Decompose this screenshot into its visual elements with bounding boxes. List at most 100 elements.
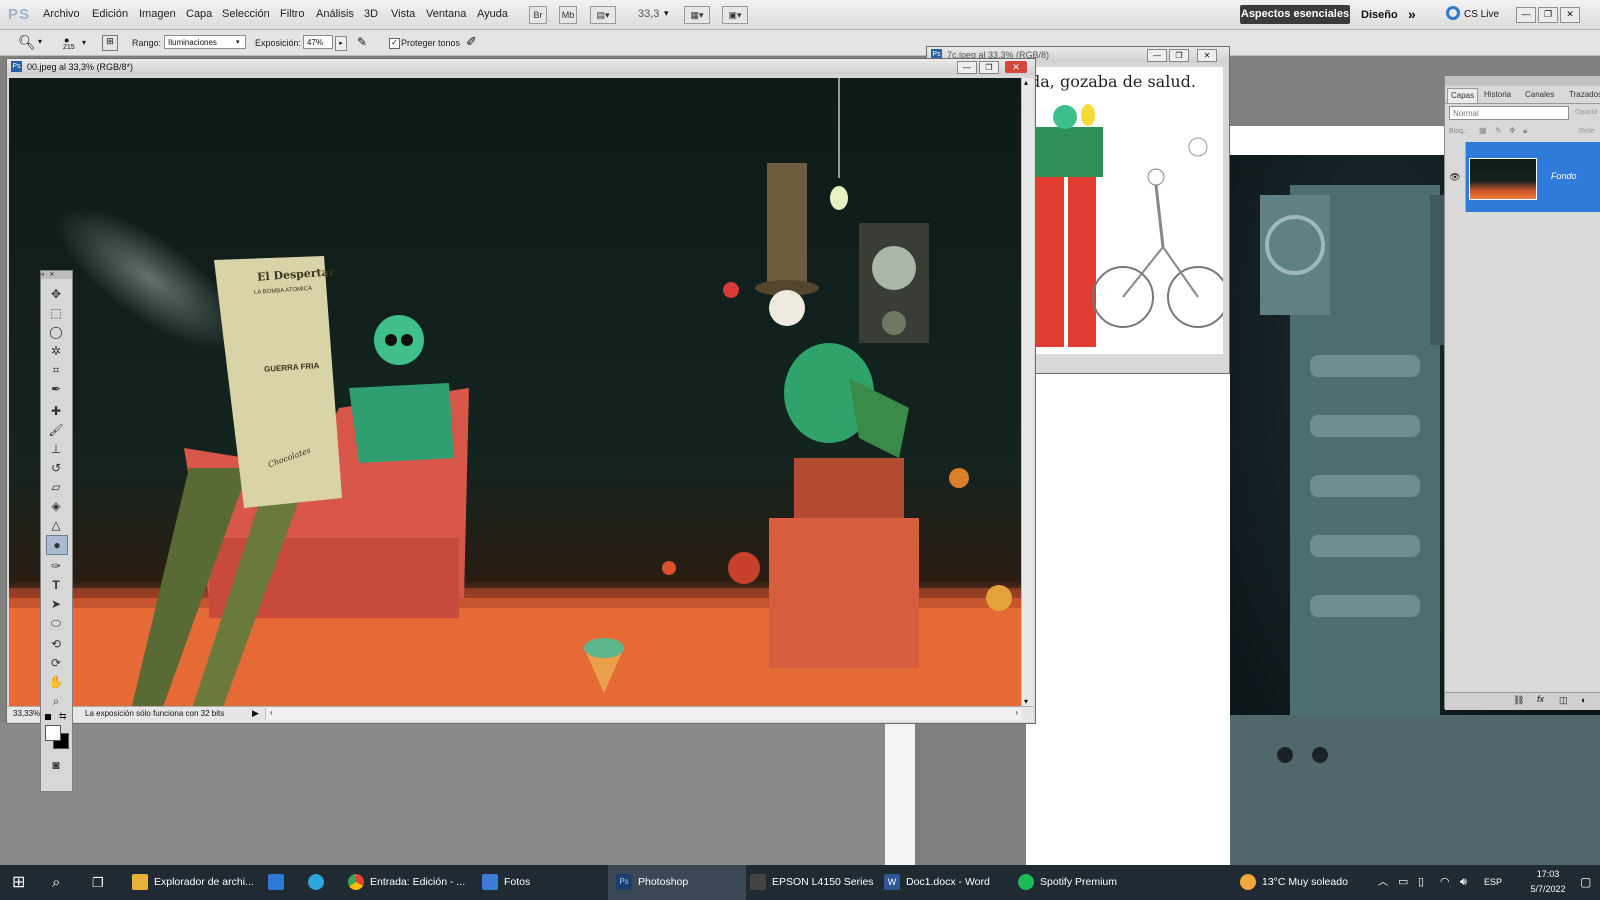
menu-vista[interactable]: Vista bbox=[391, 8, 415, 20]
lock-pixels-icon[interactable]: ✎ bbox=[1495, 126, 1502, 135]
healing-brush-tool-icon[interactable]: ✚ bbox=[46, 402, 66, 420]
menu-seleccion[interactable]: Selección bbox=[222, 8, 270, 20]
menu-imagen[interactable]: Imagen bbox=[139, 8, 176, 20]
exposure-slider-button[interactable]: ▸ bbox=[335, 36, 347, 51]
pen-tool-icon[interactable]: ✑ bbox=[46, 557, 66, 575]
taskbar-mail[interactable] bbox=[268, 865, 290, 900]
view-extras-button[interactable]: ▤▾ bbox=[590, 6, 616, 24]
path-selection-tool-icon[interactable]: ➤ bbox=[46, 595, 66, 613]
eraser-tool-icon[interactable]: ▱ bbox=[46, 478, 66, 496]
layer-name[interactable]: Fondo bbox=[1551, 171, 1577, 181]
menu-3d[interactable]: 3D bbox=[364, 8, 378, 20]
airbrush-icon[interactable]: ✎ bbox=[357, 35, 367, 49]
tab-channels[interactable]: Canales bbox=[1522, 88, 1557, 102]
brush-chevron-icon[interactable]: ▾ bbox=[82, 38, 86, 47]
arrange-documents-button[interactable]: ▦▾ bbox=[684, 6, 710, 24]
blur-tool-icon[interactable]: △ bbox=[46, 516, 66, 534]
marquee-tool-icon[interactable]: ⬚ bbox=[46, 304, 66, 322]
range-select[interactable]: Iluminaciones bbox=[164, 35, 246, 49]
paint-bucket-tool-icon[interactable]: ◈ bbox=[46, 497, 66, 515]
taskbar-explorer[interactable]: Explorador de archi... bbox=[132, 865, 254, 900]
quick-mask-icon[interactable]: ◙ bbox=[46, 756, 66, 774]
screen-mode-button[interactable]: ▣▾ bbox=[722, 6, 748, 24]
volume-icon[interactable]: 🔊︎ bbox=[1460, 865, 1467, 900]
task-view-icon[interactable]: ❐ bbox=[92, 865, 104, 900]
main-title-bar[interactable]: Ps 00.jpeg al 33,3% (RGB/8*) bbox=[7, 59, 1035, 75]
secondary-close-button[interactable]: ✕ bbox=[1197, 49, 1217, 62]
app-minimize-button[interactable]: — bbox=[1516, 7, 1536, 23]
notifications-icon[interactable]: ▢ bbox=[1580, 865, 1591, 900]
weather-widget[interactable]: 13°C Muy soleado bbox=[1240, 865, 1348, 900]
3d-orbit-tool-icon[interactable]: ⟳ bbox=[46, 654, 66, 672]
search-icon[interactable]: ⌕ bbox=[52, 865, 60, 900]
taskbar-photoshop[interactable]: Ps Photoshop bbox=[608, 865, 746, 900]
horizontal-scrollbar[interactable]: ‹ › bbox=[265, 708, 1022, 720]
tray-network-icon[interactable]: ▭ bbox=[1398, 865, 1408, 900]
brush-panel-toggle-icon[interactable]: ⊞ bbox=[102, 35, 118, 51]
add-mask-icon[interactable]: ◫ bbox=[1559, 695, 1568, 706]
swap-colors-icon[interactable]: ⇆ bbox=[59, 711, 67, 722]
taskbar-chrome[interactable]: Entrada: Edición - ... bbox=[348, 865, 465, 900]
app-close-button[interactable]: ✕ bbox=[1560, 7, 1580, 23]
scroll-down-arrow-icon[interactable]: ▾ bbox=[1024, 697, 1028, 706]
quick-selection-tool-icon[interactable]: ✲ bbox=[46, 342, 66, 360]
visibility-eye-icon[interactable]: 👁︎ bbox=[1445, 142, 1466, 212]
tab-paths[interactable]: Trazados bbox=[1566, 88, 1600, 102]
menu-archivo[interactable]: Archivo bbox=[43, 8, 80, 20]
scroll-right-arrow-icon[interactable]: › bbox=[1015, 708, 1018, 717]
blend-mode-select[interactable]: Normal bbox=[1449, 106, 1569, 120]
foreground-color-swatch[interactable] bbox=[45, 725, 61, 741]
workspace-design-button[interactable]: Diseño bbox=[1361, 9, 1398, 21]
shape-tool-icon[interactable]: ⬭ bbox=[46, 614, 66, 632]
menu-filtro[interactable]: Filtro bbox=[280, 8, 304, 20]
taskbar-photos[interactable]: Fotos bbox=[482, 865, 530, 900]
tray-battery-icon[interactable]: ▯ bbox=[1418, 865, 1424, 900]
crop-tool-icon[interactable]: ⌗ bbox=[46, 361, 66, 379]
chevron-down-icon[interactable]: ▾ bbox=[236, 38, 240, 46]
more-workspaces-icon[interactable]: » bbox=[1408, 6, 1416, 22]
language-indicator[interactable]: ESP bbox=[1484, 865, 1502, 900]
lock-transparent-icon[interactable]: ▦ bbox=[1479, 126, 1487, 135]
history-brush-tool-icon[interactable]: ↺ bbox=[46, 459, 66, 477]
link-layers-icon[interactable]: ⛓ bbox=[1513, 695, 1524, 706]
hand-tool-icon[interactable]: ✋ bbox=[46, 673, 66, 691]
menu-edicion[interactable]: Edición bbox=[92, 8, 128, 20]
vertical-scrollbar[interactable]: ▴ ▾ bbox=[1021, 78, 1034, 706]
lasso-tool-icon[interactable]: ◯ bbox=[46, 323, 66, 341]
layers-panel-header[interactable] bbox=[1445, 76, 1600, 86]
dodge-tool-icon[interactable]: ● bbox=[46, 535, 68, 555]
type-tool-icon[interactable]: T bbox=[46, 576, 66, 594]
3d-rotate-tool-icon[interactable]: ⟲ bbox=[46, 635, 66, 653]
lock-position-icon[interactable]: ✥ bbox=[1509, 126, 1516, 135]
tray-chevron-icon[interactable]: ︿ bbox=[1378, 865, 1388, 900]
tab-history[interactable]: Historia bbox=[1481, 88, 1514, 102]
menu-analisis[interactable]: Análisis bbox=[316, 8, 354, 20]
clock-date[interactable]: 5/7/2022 bbox=[1520, 884, 1576, 894]
app-restore-button[interactable]: ❐ bbox=[1538, 7, 1558, 23]
cslive-menu[interactable]: CS Live bbox=[1464, 9, 1499, 20]
scroll-up-arrow-icon[interactable]: ▴ bbox=[1024, 78, 1028, 87]
taskbar-spotify[interactable]: Spotify Premium bbox=[1018, 865, 1117, 900]
protect-tones-checkbox[interactable]: ✓ bbox=[389, 38, 400, 49]
tools-panel-header[interactable]: « ✕ bbox=[41, 271, 72, 279]
scroll-left-arrow-icon[interactable]: ‹ bbox=[270, 708, 273, 717]
document-window-main[interactable]: Ps 00.jpeg al 33,3% (RGB/8*) — ❐ ✕ El De… bbox=[6, 58, 1036, 724]
menu-ayuda[interactable]: Ayuda bbox=[477, 8, 508, 20]
layer-row[interactable]: 👁︎ Fondo bbox=[1445, 142, 1600, 212]
taskbar-edge[interactable] bbox=[308, 865, 330, 900]
zoom-tool-icon[interactable]: ⌕ bbox=[46, 692, 66, 710]
exposure-input[interactable]: 47% bbox=[303, 35, 333, 49]
secondary-maximize-button[interactable]: ❐ bbox=[1169, 49, 1189, 62]
main-maximize-button[interactable]: ❐ bbox=[979, 61, 999, 74]
main-minimize-button[interactable]: — bbox=[957, 61, 977, 74]
brush-tool-icon[interactable]: 🖌︎ bbox=[46, 421, 66, 439]
taskbar-epson[interactable]: EPSON L4150 Series bbox=[750, 865, 874, 900]
menu-ventana[interactable]: Ventana bbox=[426, 8, 466, 20]
lock-all-icon[interactable]: 🔒︎ bbox=[1523, 126, 1527, 136]
zoom-level-menu[interactable]: 33,3 bbox=[638, 8, 659, 20]
main-canvas[interactable]: El Despertar LA BOMBA ATOMICA GUERRA FRI… bbox=[9, 78, 1021, 706]
zoom-tool-icon[interactable]: 🔍︎ bbox=[18, 34, 36, 51]
move-tool-icon[interactable]: ✥ bbox=[46, 285, 66, 303]
bridge-button[interactable]: Br bbox=[529, 6, 547, 24]
windows-start-icon[interactable]: ⊞ bbox=[12, 865, 25, 900]
